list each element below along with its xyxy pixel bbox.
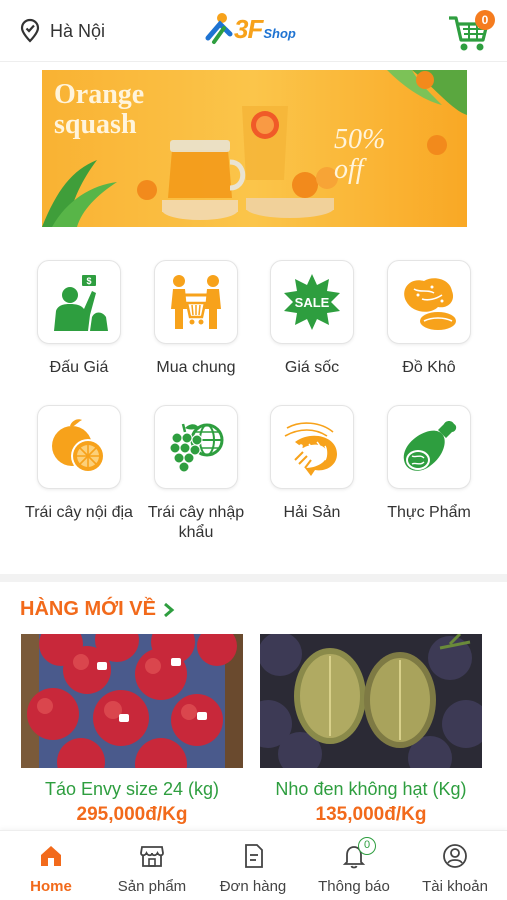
category-label: Giá sốc (284, 359, 340, 376)
category-label: Đồ Khô (402, 359, 456, 376)
chevron-right-icon (163, 602, 175, 617)
nav-notifications[interactable]: 0 Thông báo (304, 837, 404, 895)
category-food-tile (387, 405, 471, 489)
category-group-buy-tile (154, 260, 238, 344)
product-name: Nho đen không hạt (Kg) (275, 779, 467, 799)
product-name: Táo Envy size 24 (kg) (44, 779, 220, 799)
category-label: Thực Phẩm (387, 504, 471, 521)
banner-title: Orange squash (54, 79, 145, 140)
category-seafood-tile (270, 405, 354, 489)
nav-products[interactable]: Sản phẩm (102, 843, 202, 895)
category-imported-fruit-tile (154, 405, 238, 489)
svg-text:$: $ (86, 276, 91, 286)
category-food[interactable]: Thực Phẩm (374, 405, 484, 523)
sale-icon: SALE (284, 274, 340, 330)
group-buy-icon (171, 275, 221, 329)
brand-logo: 3F Shop (204, 12, 296, 46)
notification-badge: 0 (358, 837, 376, 855)
product-image-apples (21, 634, 243, 768)
location-label: Hà Nội (50, 20, 106, 41)
nav-label: Đơn hàng (219, 878, 287, 895)
bottom-navigation: Home Sản phẩm Đơn hàng 0 Thông báo Tài k… (0, 830, 507, 900)
category-imported-fruit[interactable]: Trái cây nhập khẩu (141, 405, 251, 543)
category-domestic-fruit[interactable]: Trái cây nội địa (24, 405, 134, 523)
location-pin-icon (20, 18, 40, 43)
store-icon (140, 846, 164, 867)
nav-label: Sản phẩm (117, 878, 187, 895)
grape-globe-icon (169, 423, 224, 473)
meat-icon (403, 421, 457, 471)
category-flash-sale[interactable]: SALE Giá sốc (257, 260, 367, 378)
nav-label: Thông báo (318, 878, 390, 895)
nav-label: Home (30, 878, 72, 895)
category-auction[interactable]: $ Đấu Giá (24, 260, 134, 378)
nav-home[interactable]: Home (1, 843, 101, 895)
category-domestic-fruit-tile (37, 405, 121, 489)
logo-figure-icon (205, 13, 233, 44)
category-label: Đấu Giá (49, 359, 109, 376)
logo-text: 3F (234, 13, 263, 44)
category-group-buy[interactable]: Mua chung (141, 260, 251, 378)
category-flash-sale-tile: SALE (270, 260, 354, 344)
product-price: 295,000đ/Kg (76, 804, 188, 825)
category-dried-food[interactable]: Đồ Khô (374, 260, 484, 378)
product-card[interactable]: Táo Envy size 24 (kg) 295,000đ/Kg (21, 634, 243, 826)
category-label: Trái cây nhập khẩu (147, 504, 245, 541)
dried-food-icon (404, 278, 456, 330)
logo-subtext: Shop (263, 25, 296, 41)
new-arrivals-title: HÀNG MỚI VỀ (20, 598, 156, 620)
category-label: Trái cây nội địa (25, 504, 133, 521)
category-dried-food-tile (387, 260, 471, 344)
nav-label: Tài khoản (422, 878, 488, 895)
orange-icon (52, 419, 105, 473)
banner-discount: 50% off (334, 124, 386, 185)
category-label: Hải Sản (283, 504, 341, 521)
app-header: Hà Nội 3F Shop 0 (0, 0, 507, 62)
promo-banner[interactable]: Orange squash 50% off (42, 70, 467, 227)
nav-orders[interactable]: Đơn hàng (203, 843, 303, 895)
category-label: Mua chung (156, 359, 236, 376)
order-icon (245, 844, 263, 868)
home-icon (41, 846, 61, 866)
category-auction-tile: $ (37, 260, 121, 344)
auction-icon: $ (54, 275, 108, 331)
location-selector[interactable]: Hà Nội (18, 18, 105, 44)
cart-count-badge: 0 (475, 10, 495, 30)
new-arrivals-header[interactable]: HÀNG MỚI VỀ (20, 598, 176, 621)
product-card[interactable]: Nho đen không hạt (Kg) 135,000đ/Kg (260, 634, 482, 826)
shrimp-icon (284, 422, 337, 476)
sale-badge-text: SALE (295, 295, 330, 310)
cart-button[interactable]: 0 (447, 10, 495, 54)
product-image-grapes (260, 634, 482, 768)
product-price: 135,000đ/Kg (315, 804, 427, 825)
category-seafood[interactable]: Hải Sản (257, 405, 367, 523)
user-icon (443, 844, 467, 868)
section-divider (0, 574, 507, 582)
nav-account[interactable]: Tài khoản (405, 843, 505, 895)
